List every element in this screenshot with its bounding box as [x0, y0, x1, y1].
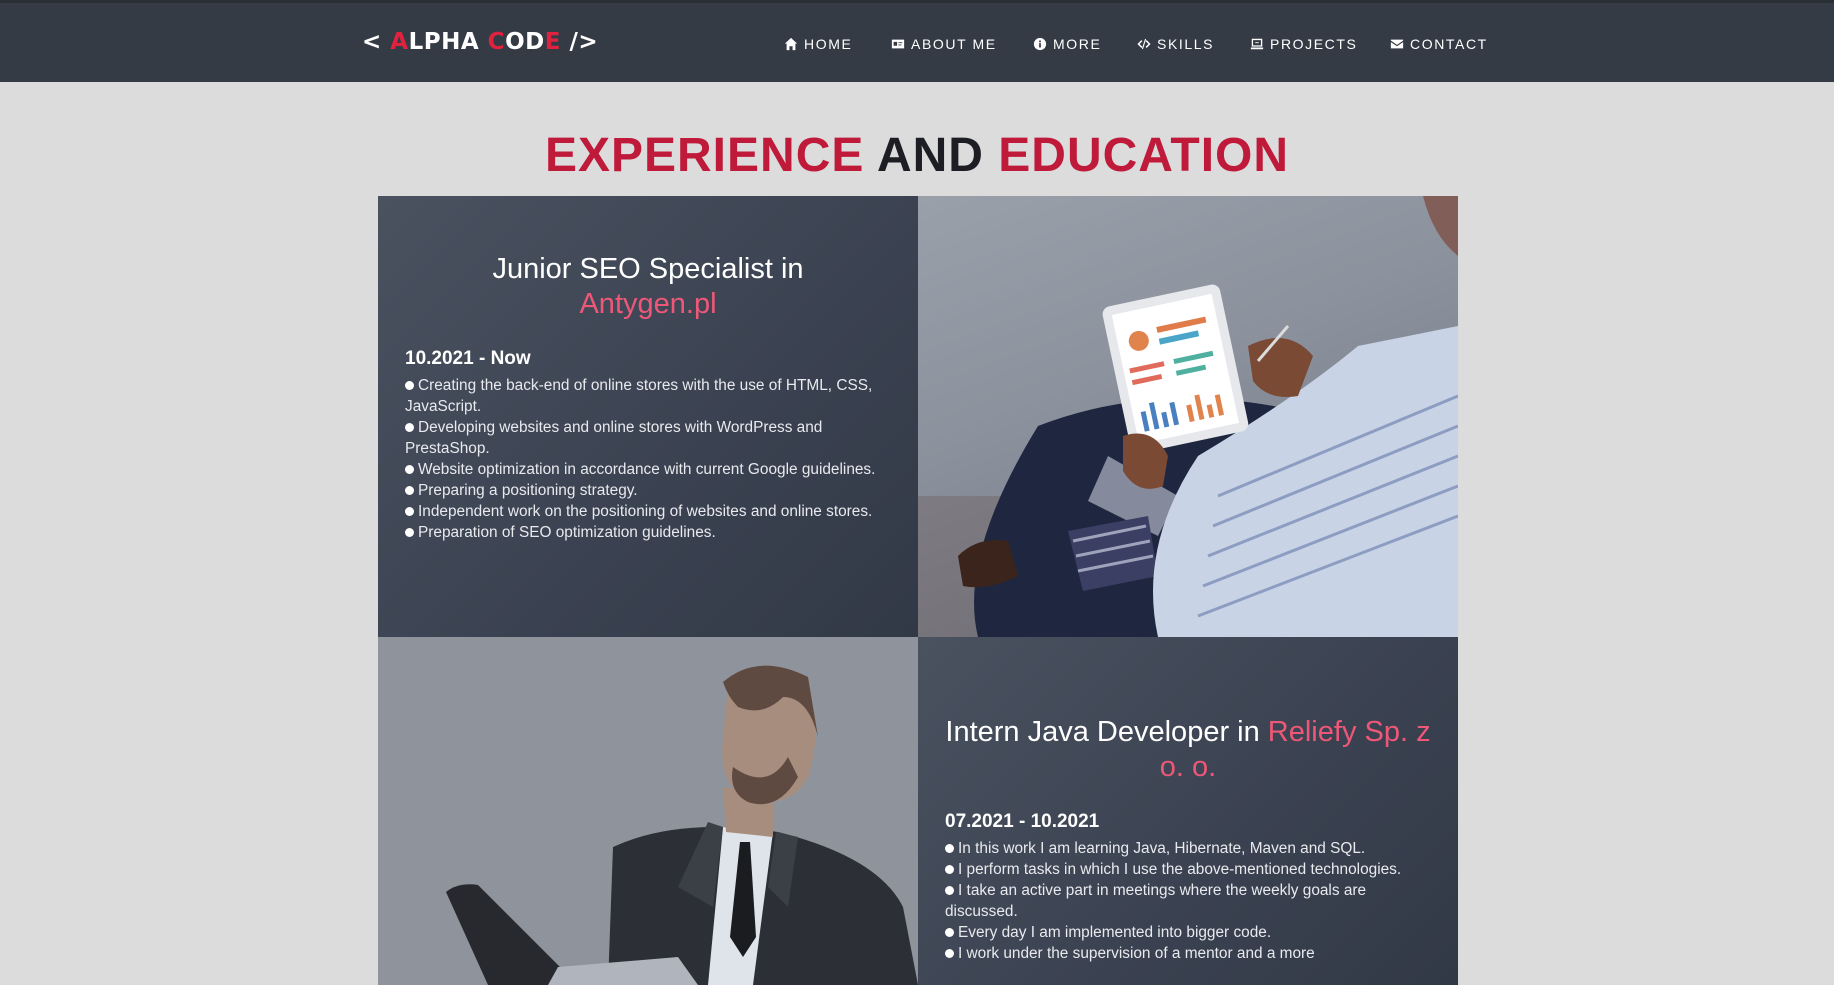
company-name: Antygen.pl: [579, 288, 717, 320]
job-card-java: Intern Java Developer in Reliefy Sp. z o…: [918, 637, 1458, 985]
list-item: I perform tasks in which I use the above…: [945, 859, 1431, 880]
nav-item-home[interactable]: HOME: [784, 36, 852, 52]
nav-item-projects[interactable]: PROJECTS: [1250, 36, 1357, 52]
job-period: 10.2021 - Now: [405, 348, 531, 369]
duties-list: In this work I am learning Java, Hiberna…: [945, 838, 1431, 964]
job-period: 07.2021 - 10.2021: [945, 811, 1100, 832]
nav-item-about-me[interactable]: ABOUT ME: [891, 36, 997, 52]
nav-label-about-me: ABOUT ME: [911, 36, 997, 52]
list-item: Website optimization in accordance with …: [405, 459, 891, 480]
home-icon: [784, 37, 798, 51]
nav-label-skills: SKILLS: [1157, 36, 1215, 52]
nav-label-contact: CONTACT: [1410, 36, 1488, 52]
id-card-icon: [891, 39, 905, 49]
tablet-charts-photo: [918, 196, 1458, 637]
navbar: < ALPHA CODE /> HOME ABOUT ME MORE SKILL…: [0, 0, 1834, 82]
list-item: Developing websites and online stores wi…: [405, 419, 823, 457]
job-card-seo: Junior SEO Specialist in Antygen.pl 10.20…: [378, 196, 918, 637]
info-icon: [1033, 37, 1047, 51]
list-item: Creating the back-end of online stores w…: [405, 377, 873, 415]
job-title: Junior SEO Specialist in Antygen.pl: [492, 253, 804, 320]
experience-grid: Junior SEO Specialist in Antygen.pl 10.20…: [378, 196, 1458, 985]
list-item: Independent work on the positioning of w…: [405, 501, 891, 522]
site-logo[interactable]: < ALPHA CODE />: [362, 29, 598, 55]
code-icon: [1137, 38, 1151, 50]
nav-label-projects: PROJECTS: [1270, 36, 1358, 52]
list-item: I take an active part in meetings where …: [945, 882, 1367, 920]
list-item: Preparation of SEO optimization guidelin…: [405, 522, 891, 543]
list-item: I work under the supervision of a mentor…: [945, 943, 1431, 964]
duties-list: Creating the back-end of online stores w…: [405, 375, 891, 543]
job-title: Intern Java Developer in Reliefy Sp. z o…: [945, 716, 1431, 783]
laptop-icon: [1250, 38, 1264, 50]
list-item: In this work I am learning Java, Hiberna…: [945, 838, 1431, 859]
list-item: Preparing a positioning strategy.: [405, 480, 891, 501]
nav-item-contact[interactable]: CONTACT: [1390, 36, 1488, 52]
nav-item-skills[interactable]: SKILLS: [1137, 36, 1214, 52]
nav-label-home: HOME: [804, 36, 853, 52]
envelope-icon: [1390, 39, 1404, 49]
list-item: Every day I am implemented into bigger c…: [945, 922, 1431, 943]
businessman-illustration: [378, 637, 918, 985]
nav-label-more: MORE: [1053, 36, 1102, 52]
section-title: EXPERIENCE AND EDUCATION: [544, 129, 1290, 183]
nav-item-more[interactable]: MORE: [1033, 36, 1101, 52]
